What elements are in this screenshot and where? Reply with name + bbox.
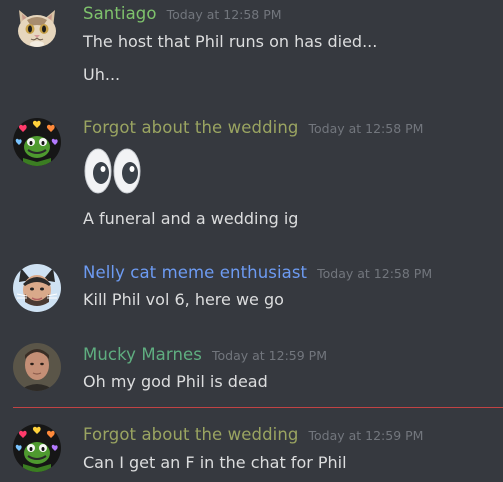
cat-ears-man-icon <box>13 264 61 312</box>
timestamp: Today at 12:58 PM <box>317 266 433 281</box>
cat-face-icon <box>13 4 61 52</box>
eyes-icon <box>84 148 141 194</box>
message-text: A funeral and a wedding ig <box>83 209 299 228</box>
message-group: Forgot about the wedding Today at 12:59 … <box>0 418 503 482</box>
message-group: Forgot about the wedding Today at 12:58 … <box>0 110 503 250</box>
message-text: Kill Phil vol 6, here we go <box>83 290 284 309</box>
username[interactable]: Nelly cat meme enthusiast <box>83 263 307 282</box>
username[interactable]: Mucky Marnes <box>83 345 202 364</box>
message-group: Mucky Marnes Today at 12:59 PM Oh my god… <box>0 338 503 402</box>
message-text: Oh my god Phil is dead <box>83 372 268 391</box>
timestamp: Today at 12:59 PM <box>308 428 424 443</box>
avatar[interactable] <box>13 118 61 166</box>
eyes-emoji <box>82 146 146 200</box>
kermit-hearts-icon <box>13 118 61 166</box>
avatar[interactable] <box>13 264 61 312</box>
message-text: Uh... <box>83 65 121 84</box>
message-header: Mucky Marnes Today at 12:59 PM <box>83 345 327 364</box>
message-text: Can I get an F in the chat for Phil <box>83 453 347 472</box>
timestamp: Today at 12:58 PM <box>308 121 424 136</box>
username[interactable]: Forgot about the wedding <box>83 118 298 137</box>
message-header: Forgot about the wedding Today at 12:59 … <box>83 425 423 444</box>
message-group: Nelly cat meme enthusiast Today at 12:58… <box>0 258 503 328</box>
timestamp: Today at 12:59 PM <box>212 348 327 363</box>
message-group: Santiago Today at 12:58 PM The host that… <box>0 0 503 100</box>
username[interactable]: Forgot about the wedding <box>83 425 298 444</box>
message-header: Nelly cat meme enthusiast Today at 12:58… <box>83 263 432 282</box>
kermit-hearts-icon <box>13 424 61 472</box>
timestamp: Today at 12:58 PM <box>166 7 282 22</box>
message-header: Forgot about the wedding Today at 12:58 … <box>83 118 423 137</box>
message-text: The host that Phil runs on has died... <box>83 32 378 51</box>
avatar[interactable] <box>13 343 61 391</box>
message-header: Santiago Today at 12:58 PM <box>83 4 282 23</box>
man-photo-icon <box>13 343 61 391</box>
username[interactable]: Santiago <box>83 4 157 23</box>
avatar[interactable] <box>13 4 61 52</box>
avatar[interactable] <box>13 424 61 472</box>
new-messages-divider <box>13 407 503 408</box>
